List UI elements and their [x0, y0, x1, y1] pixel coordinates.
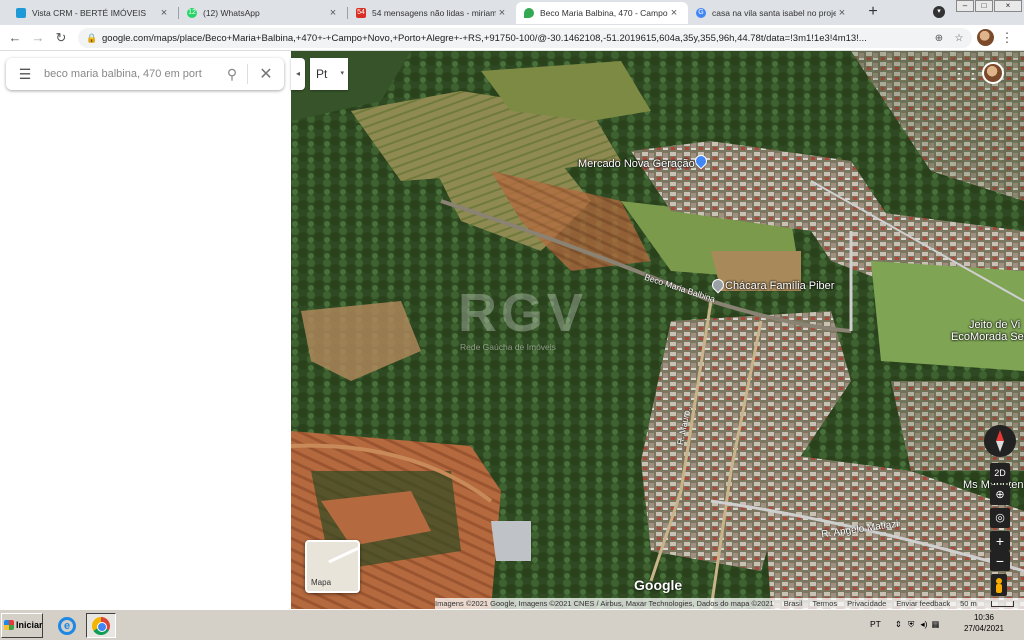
volume-icon[interactable]: ◂) [920, 619, 927, 630]
map-type-toggle[interactable]: Mapa [305, 540, 360, 593]
place-label-ecomorada[interactable]: EcoMorada Sen [951, 331, 1024, 343]
system-tray: PT ⇕ ⛨ ◂) ▦ [870, 612, 940, 636]
lock-icon[interactable]: 🔒 [86, 33, 97, 44]
minimize-icon[interactable]: – [956, 0, 974, 12]
tab-vista-crm[interactable]: Vista CRM - BERTÉ IMÓVEIS × [8, 2, 178, 24]
imagery-credits: Imagens ©2021 Google, Imagens ©2021 CNES… [435, 599, 774, 608]
maps-search-box: ☰ ⚲ ✕ [6, 58, 284, 90]
new-tab-button[interactable]: + [864, 3, 882, 21]
clear-search-icon[interactable]: ✕ [248, 64, 284, 84]
close-tab-icon[interactable]: × [327, 7, 339, 19]
tab-google-search[interactable]: G casa na vila santa isabel no projeto c… [688, 2, 856, 24]
windows-logo-icon [4, 620, 14, 630]
close-tab-icon[interactable]: × [158, 7, 170, 19]
google-apps-icon[interactable]: ⋮⋮ [952, 66, 980, 80]
tray-arrow-icon[interactable]: ⇕ [895, 619, 902, 630]
url-text: google.com/maps/place/Beco+Maria+Balbina… [102, 32, 867, 44]
account-avatar[interactable] [982, 62, 1004, 84]
tab-title: (12) WhatsApp [203, 8, 260, 18]
rgv-watermark-logo: RGV [458, 283, 588, 343]
clock-date: 27/04/2021 [963, 624, 1005, 633]
antivirus-icon[interactable]: ⛨ [908, 619, 914, 630]
tab-google-maps[interactable]: Beco Maria Balbina, 470 - Campo No × [516, 2, 688, 24]
tab-strip: Vista CRM - BERTÉ IMÓVEIS × 12 (12) What… [0, 0, 1024, 25]
clock-time: 10:36 [973, 613, 995, 622]
map-attribution-bar: Imagens ©2021 Google, Imagens ©2021 CNES… [435, 598, 1024, 609]
tab-search-icon[interactable]: ▾ [933, 6, 945, 18]
browser-toolbar: ← → ↻ 🔒 google.com/maps/place/Beco+Maria… [0, 25, 1024, 51]
close-tab-icon[interactable]: × [496, 7, 508, 19]
reload-icon[interactable]: ↻ [52, 29, 70, 47]
gmail-icon: 54 [356, 8, 366, 18]
satellite-imagery [291, 51, 1024, 609]
terms-link[interactable]: Termos [813, 599, 838, 608]
hamburger-menu-icon[interactable]: ☰ [6, 66, 44, 83]
place-label-mercado[interactable]: Mercado Nova Geração [578, 158, 695, 170]
tab-gmail[interactable]: 54 54 mensagens não lidas - miriam@be × [348, 2, 516, 24]
input-language[interactable]: PT [870, 619, 881, 629]
privacy-link[interactable]: Privacidade [847, 599, 886, 608]
vista-crm-icon [16, 8, 26, 18]
country-link[interactable]: Brasil [784, 599, 803, 608]
internet-explorer-icon[interactable]: e [52, 613, 82, 638]
close-tab-icon[interactable]: × [836, 7, 848, 19]
browser-menu-icon[interactable]: ⋮ [1000, 29, 1014, 47]
globe-icon[interactable]: ⊕ [990, 485, 1010, 505]
street-view-pegman-icon[interactable] [991, 574, 1007, 596]
close-window-icon[interactable]: × [994, 0, 1022, 12]
place-label-jeito[interactable]: Jeito de Vi [969, 319, 1020, 331]
google-logo: Google [634, 577, 683, 593]
install-app-icon[interactable]: ⊕ [932, 33, 946, 44]
address-bar[interactable]: 🔒 google.com/maps/place/Beco+Maria+Balbi… [78, 28, 972, 48]
rgv-watermark-subtitle: Rede Gaúcha de Imóveis [460, 342, 556, 352]
feedback-link[interactable]: Enviar feedback [896, 599, 950, 608]
collapse-panel-button[interactable]: ◂ [291, 58, 305, 90]
satellite-map[interactable]: RGV Rede Gaúcha de Imóveis Mercado Nova … [291, 51, 1024, 609]
chevron-down-icon: ▾ [340, 70, 344, 77]
start-label: Iniciar [16, 620, 43, 630]
google-icon: G [696, 8, 706, 18]
whatsapp-icon: 12 [187, 8, 197, 18]
map-type-label: Mapa [311, 578, 332, 587]
my-location-icon[interactable]: ◎ [990, 508, 1010, 528]
forward-icon[interactable]: → [29, 29, 47, 47]
language-select[interactable]: Pt ▾ [310, 58, 348, 90]
compass-icon[interactable] [984, 425, 1016, 457]
taskbar-clock[interactable]: 10:36 27/04/2021 [962, 612, 1006, 634]
maps-pin-icon [524, 8, 534, 18]
bookmark-star-icon[interactable]: ☆ [952, 33, 966, 44]
tab-title: casa na vila santa isabel no projeto c [712, 8, 836, 18]
language-value: Pt [316, 67, 328, 81]
zoom-out-button[interactable]: − [990, 551, 1010, 571]
scale-bar [990, 600, 1014, 607]
tab-whatsapp[interactable]: 12 (12) WhatsApp × [179, 2, 347, 24]
tab-title: 54 mensagens não lidas - miriam@be [372, 8, 496, 18]
maps-side-panel: ☰ ⚲ ✕ [0, 51, 291, 609]
place-label-chacara[interactable]: Chácara Família Piber [725, 280, 834, 292]
start-button[interactable]: Iniciar [1, 613, 43, 638]
tab-title: Beco Maria Balbina, 470 - Campo No [540, 8, 668, 18]
map-road-thumbnail [328, 543, 358, 564]
profile-avatar[interactable] [977, 29, 994, 46]
chrome-taskbar-icon[interactable] [86, 613, 116, 638]
zoom-in-button[interactable]: + [990, 531, 1010, 551]
network-icon[interactable]: ▦ [932, 619, 940, 630]
maps-search-input[interactable] [44, 68, 217, 80]
search-icon[interactable]: ⚲ [217, 66, 247, 83]
back-icon[interactable]: ← [6, 29, 24, 47]
scale-label[interactable]: 50 m [960, 599, 977, 608]
maximize-icon[interactable]: □ [975, 0, 993, 12]
view-2d-button[interactable]: 2D [990, 463, 1010, 483]
close-tab-icon[interactable]: × [668, 7, 680, 19]
tab-title: Vista CRM - BERTÉ IMÓVEIS [32, 8, 146, 18]
